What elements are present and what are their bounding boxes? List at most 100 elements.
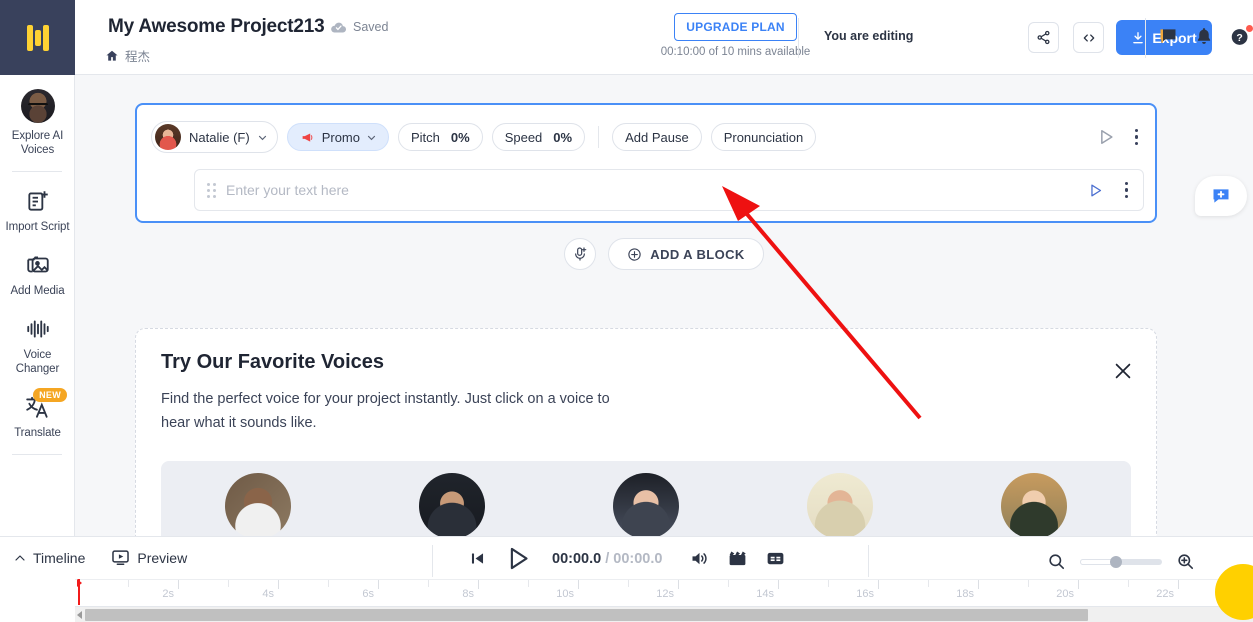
sidebar-divider (12, 454, 62, 455)
volume-icon[interactable] (689, 548, 710, 569)
timeline-tick (128, 580, 129, 587)
timeline-ruler[interactable]: 2s4s6s8s10s12s14s16s18s20s22s (75, 579, 1253, 605)
voice-avatar-3[interactable] (613, 473, 679, 536)
pronunciation-button[interactable]: Pronunciation (711, 123, 817, 151)
svg-text:?: ? (1236, 32, 1242, 44)
voice-avatar-2[interactable] (419, 473, 485, 536)
timeline-tick (1028, 580, 1029, 587)
code-icon (1081, 31, 1097, 45)
sidebar-item-label: Voice Changer (4, 348, 71, 376)
top-header: My Awesome Project213 Saved 程杰 UPGRADE P… (75, 0, 1253, 75)
timeline-tick-label: 16s (856, 588, 874, 600)
preview-button[interactable]: Preview (111, 548, 187, 567)
timeline-tick (628, 580, 629, 587)
timeline-tick (778, 580, 779, 589)
row-play-icon[interactable] (1087, 182, 1104, 199)
timeline-tick (678, 580, 679, 589)
add-comment-button[interactable] (1195, 176, 1247, 216)
script-text-row[interactable]: Enter your text here (194, 169, 1144, 211)
voice-avatar-1[interactable] (225, 473, 291, 536)
embed-code-button[interactable] (1073, 22, 1104, 53)
close-icon[interactable] (1112, 360, 1134, 382)
sidebar-item-label: Import Script (6, 220, 70, 234)
timeline-tick (278, 580, 279, 589)
timeline-tick-label: 22s (1156, 588, 1174, 600)
timeline-tick (228, 580, 229, 587)
play-icon[interactable] (504, 545, 531, 572)
upgrade-section: UPGRADE PLAN 00:10:00 of 10 mins availab… (628, 13, 843, 58)
timeline-tick (1078, 580, 1079, 589)
block-toolbar: Natalie (F) Promo Pitch 0% Speed (137, 105, 1155, 169)
pitch-label: Pitch (411, 130, 440, 145)
header-divider-2 (1145, 18, 1146, 58)
timeline-tick (578, 580, 579, 589)
block-toolbar-actions (1096, 126, 1142, 149)
closed-captions-icon[interactable] (765, 548, 786, 569)
time-separator: / (605, 551, 609, 567)
script-block[interactable]: Natalie (F) Promo Pitch 0% Speed (135, 103, 1157, 223)
upgrade-plan-button[interactable]: UPGRADE PLAN (674, 13, 796, 41)
scroll-left-arrow[interactable] (77, 611, 82, 619)
record-voice-button[interactable] (564, 238, 596, 270)
comment-add-icon (1210, 186, 1232, 206)
timeline-tick (978, 580, 979, 589)
timeline-tick-label: 4s (262, 588, 274, 600)
speed-control[interactable]: Speed 0% (492, 123, 585, 151)
bell-icon (1194, 26, 1214, 46)
app-logo[interactable] (0, 0, 75, 75)
timeline-tick-label: 8s (462, 588, 474, 600)
add-a-block-button[interactable]: ADD A BLOCK (608, 238, 763, 270)
zoom-slider[interactable] (1080, 559, 1162, 565)
wellsaid-logo-icon (27, 25, 49, 51)
timeline-label: Timeline (33, 550, 85, 566)
sidebar-item-add-media[interactable]: Add Media (0, 242, 75, 306)
saved-status: Saved (330, 20, 388, 34)
sidebar-item-translate[interactable]: NEW Translate (0, 384, 75, 448)
preview-icon (111, 548, 130, 567)
plus-circle-icon (627, 247, 642, 262)
notifications-button[interactable] (1194, 26, 1216, 48)
saved-label: Saved (353, 20, 388, 34)
add-pause-button[interactable]: Add Pause (612, 123, 702, 151)
timeline-tick (828, 580, 829, 587)
voice-selector[interactable]: Natalie (F) (151, 121, 278, 153)
timeline-tick (878, 580, 879, 589)
megaphone-icon (300, 131, 315, 144)
help-button[interactable]: ? (1230, 26, 1252, 48)
script-text-input[interactable]: Enter your text here (226, 182, 1087, 198)
voice-style-selector[interactable]: Promo (287, 123, 389, 151)
sidebar-item-explore-ai-voices[interactable]: Explore AI Voices (0, 75, 75, 165)
bottom-divider-2 (868, 545, 869, 577)
sidebar-item-import-script[interactable]: Import Script (0, 178, 75, 242)
scrollbar-thumb[interactable] (85, 609, 1088, 621)
timeline-toggle[interactable]: Timeline (14, 550, 85, 566)
breadcrumb[interactable]: 程杰 (105, 46, 150, 65)
pitch-control[interactable]: Pitch 0% (398, 123, 483, 151)
share-button[interactable] (1028, 22, 1059, 53)
play-icon[interactable] (1096, 127, 1116, 147)
feedback-button[interactable] (1158, 26, 1180, 48)
zoom-in-icon[interactable] (1176, 552, 1195, 571)
pitch-value: 0% (451, 130, 470, 145)
drag-handle-icon[interactable] (207, 183, 216, 198)
voice-name-label: Natalie (F) (189, 130, 250, 145)
header-divider (798, 18, 799, 58)
zoom-out-icon[interactable] (1047, 552, 1066, 571)
preview-label: Preview (137, 550, 187, 566)
voice-changer-icon (25, 316, 51, 342)
timeline-tick-label: 20s (1056, 588, 1074, 600)
timeline-scrollbar[interactable] (75, 606, 1253, 622)
share-icon (1036, 30, 1051, 45)
microphone-add-icon (572, 246, 588, 262)
chevron-up-icon (14, 552, 26, 564)
clapperboard-icon[interactable] (727, 548, 748, 569)
zoom-slider-knob[interactable] (1110, 556, 1122, 568)
skip-to-start-icon[interactable] (468, 549, 487, 568)
row-menu-button[interactable] (1122, 179, 1132, 202)
time-display: 00:00.0 / 00:00.0 (552, 551, 662, 567)
sidebar-item-voice-changer[interactable]: Voice Changer (0, 306, 75, 384)
voice-avatar-5[interactable] (1001, 473, 1067, 536)
block-menu-button[interactable] (1132, 126, 1142, 149)
voice-avatar-4[interactable] (807, 473, 873, 536)
timeline-playhead[interactable] (78, 579, 80, 605)
